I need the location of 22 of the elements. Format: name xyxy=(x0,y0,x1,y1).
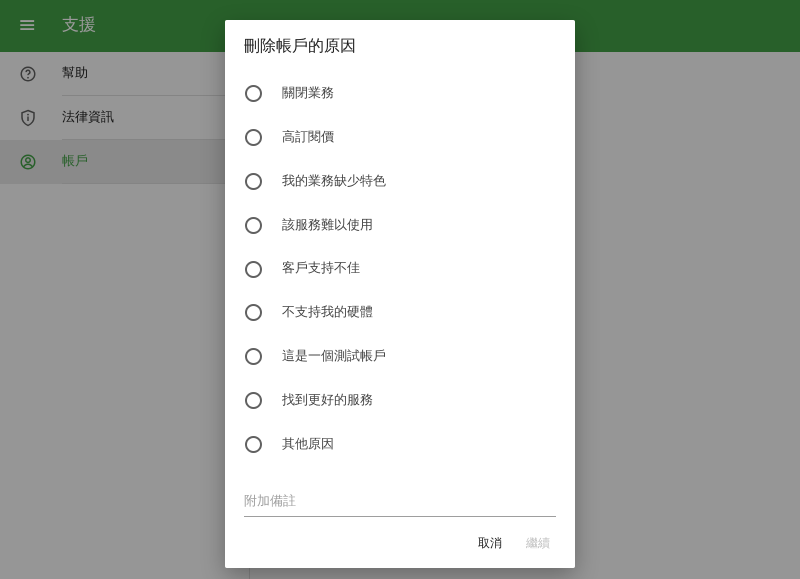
radio-option[interactable]: 這是一個測試帳戶 xyxy=(244,334,386,379)
cancel-button[interactable]: 取消 xyxy=(472,530,508,556)
dialog-title: 刪除帳戶的原因 xyxy=(244,35,357,57)
radio-icon[interactable] xyxy=(245,85,262,102)
radio-option[interactable]: 找到更好的服務 xyxy=(244,378,373,422)
radio-option[interactable]: 不支持我的硬體 xyxy=(244,290,373,335)
radio-option[interactable]: 關閉業務 xyxy=(244,72,334,116)
account-icon xyxy=(19,153,37,171)
radio-icon[interactable] xyxy=(245,304,262,322)
radio-icon[interactable] xyxy=(245,348,262,366)
app-title: 支援 xyxy=(62,14,96,38)
shield-icon xyxy=(19,109,37,127)
radio-icon[interactable] xyxy=(245,172,262,190)
radio-option[interactable]: 該服務難以使用 xyxy=(244,203,373,248)
radio-icon[interactable] xyxy=(245,436,262,453)
radio-icon[interactable] xyxy=(245,216,262,234)
help-icon xyxy=(19,65,37,83)
radio-icon[interactable] xyxy=(245,260,262,278)
radio-option[interactable]: 客戶支持不佳 xyxy=(244,247,360,291)
radio-option[interactable]: 其他原因 xyxy=(244,422,334,466)
radio-icon[interactable] xyxy=(245,392,262,409)
radio-icon[interactable] xyxy=(245,129,262,146)
